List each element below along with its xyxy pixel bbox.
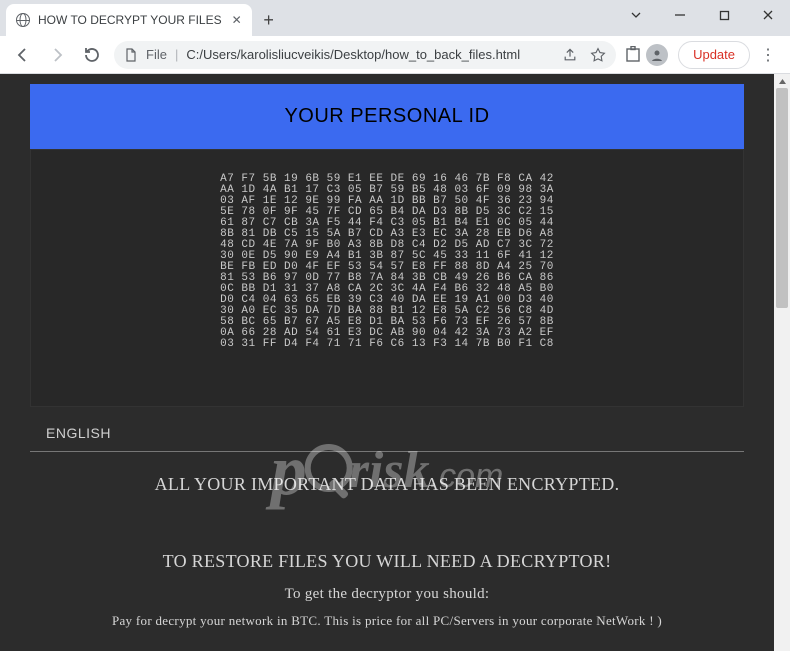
browser-menu-icon[interactable]: ⋮ [754, 41, 782, 69]
titlebar: HOW TO DECRYPT YOUR FILES ✕ + [0, 0, 790, 36]
star-icon[interactable] [590, 47, 606, 63]
file-icon [124, 48, 138, 62]
scrollbar-thumb[interactable] [776, 88, 788, 308]
url-path: C:/Users/karolisliucveikis/Desktop/how_t… [186, 47, 520, 62]
back-button[interactable] [8, 40, 38, 70]
tab-close-icon[interactable]: ✕ [230, 13, 244, 27]
window-close-button[interactable] [746, 0, 790, 30]
scroll-up-icon[interactable] [774, 74, 790, 88]
language-bar: ENGLISH [30, 419, 744, 452]
personal-id-banner: YOUR PERSONAL ID [30, 84, 744, 149]
new-tab-button[interactable]: + [256, 7, 282, 33]
profile-avatar[interactable] [646, 44, 668, 66]
omnibox[interactable]: File | C:/Users/karolisliucveikis/Deskto… [114, 41, 616, 69]
get-decryptor-hint: To get the decryptor you should: [30, 586, 744, 603]
window-controls [614, 0, 790, 30]
pay-line: Pay for decrypt your network in BTC. Thi… [30, 613, 744, 629]
personal-id-hex: A7 F7 5B 19 6B 59 E1 EE DE 69 16 46 7B F… [30, 149, 744, 407]
tabstrip-chevron-icon[interactable] [614, 0, 658, 30]
update-button[interactable]: Update [678, 41, 750, 69]
update-label: Update [693, 47, 735, 62]
forward-button[interactable] [42, 40, 72, 70]
globe-icon [16, 13, 30, 27]
viewport: YOUR PERSONAL ID A7 F7 5B 19 6B 59 E1 EE… [0, 74, 790, 651]
tab-title: HOW TO DECRYPT YOUR FILES [38, 13, 222, 27]
page-content: YOUR PERSONAL ID A7 F7 5B 19 6B 59 E1 EE… [0, 74, 774, 651]
vertical-scrollbar[interactable] [774, 74, 790, 651]
window-minimize-button[interactable] [658, 0, 702, 30]
encrypted-headline: ALL YOUR IMPORTANT DATA HAS BEEN ENCRYPT… [30, 474, 744, 495]
url-scheme: File [146, 47, 167, 62]
language-label[interactable]: ENGLISH [46, 425, 111, 441]
share-icon[interactable] [562, 47, 578, 63]
reload-button[interactable] [76, 40, 106, 70]
banner-text: YOUR PERSONAL ID [284, 105, 489, 128]
toolbar: File | C:/Users/karolisliucveikis/Deskto… [0, 36, 790, 74]
browser-tab[interactable]: HOW TO DECRYPT YOUR FILES ✕ [6, 4, 252, 36]
extensions-icon[interactable] [624, 46, 642, 64]
window-maximize-button[interactable] [702, 0, 746, 30]
restore-subhead: TO RESTORE FILES YOU WILL NEED A DECRYPT… [30, 551, 744, 572]
